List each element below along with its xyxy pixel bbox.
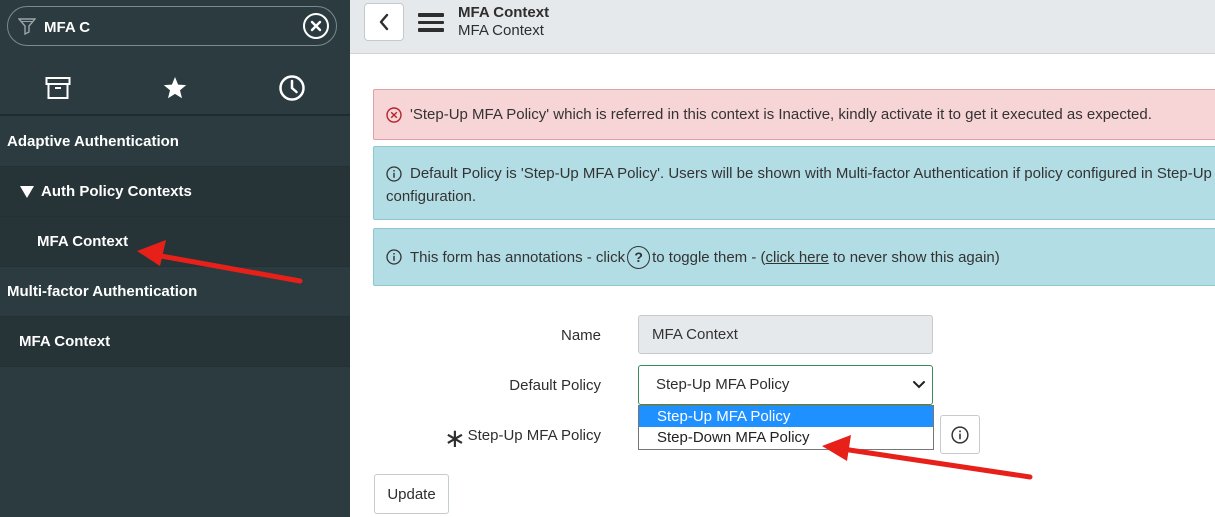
annotation-toggle-icon[interactable]: ? bbox=[627, 245, 651, 269]
sidebar-item-label: Adaptive Authentication bbox=[7, 133, 179, 150]
clock-icon bbox=[278, 75, 305, 101]
name-label: Name bbox=[560, 327, 601, 344]
sidebar-app-adaptive-authentication[interactable]: Adaptive Authentication bbox=[0, 117, 350, 167]
application-navigator: Adaptive Authentication Auth Policy Cont… bbox=[0, 0, 350, 517]
annotations-text-suffix: to never show this again) bbox=[828, 248, 1000, 266]
info-message-annotations: This form has annotations - click ? to t… bbox=[373, 228, 1215, 286]
form-subtitle: MFA Context bbox=[458, 22, 544, 39]
info-message-default-policy: Default Policy is 'Step-Up MFA Policy'. … bbox=[373, 146, 1215, 220]
update-button[interactable]: Update bbox=[374, 474, 449, 514]
sidebar-item-auth-policy-contexts[interactable]: Auth Policy Contexts bbox=[0, 167, 350, 217]
annotations-text-prefix: This form has annotations - click bbox=[410, 248, 626, 266]
form-header: MFA Context MFA Context bbox=[350, 0, 1215, 54]
stepup-policy-label: Step-Up MFA Policy bbox=[467, 427, 601, 444]
sidebar-item-mfa-context[interactable]: MFA Context bbox=[0, 217, 350, 267]
default-policy-selected-value: Step-Up MFA Policy bbox=[656, 376, 790, 393]
never-show-link[interactable]: click here bbox=[765, 249, 828, 266]
expand-triangle-icon bbox=[20, 185, 34, 198]
tab-favorites[interactable] bbox=[117, 62, 234, 114]
sidebar-item-label: Auth Policy Contexts bbox=[41, 183, 192, 200]
error-circle-icon bbox=[386, 106, 402, 123]
tab-all-apps[interactable] bbox=[0, 62, 117, 114]
back-button[interactable] bbox=[364, 3, 404, 41]
option-step-up-mfa-policy[interactable]: Step-Up MFA Policy bbox=[639, 406, 933, 427]
info-circle-icon bbox=[386, 166, 402, 182]
archive-icon bbox=[45, 77, 71, 99]
required-mark: ∗ bbox=[444, 423, 466, 453]
info-text-line-1: Default Policy is 'Step-Up MFA Policy'. … bbox=[410, 165, 1212, 182]
tab-history[interactable] bbox=[233, 62, 350, 114]
default-policy-select[interactable]: Step-Up MFA Policy bbox=[638, 365, 933, 405]
default-policy-label: Default Policy bbox=[509, 377, 601, 394]
filter-icon bbox=[18, 18, 36, 35]
error-text: 'Step-Up MFA Policy' which is referred i… bbox=[410, 106, 1152, 123]
form-title: MFA Context bbox=[458, 4, 550, 21]
filter-input[interactable] bbox=[44, 15, 294, 39]
sidebar-item-label: MFA Context bbox=[19, 333, 111, 350]
sidebar-item-label: MFA Context bbox=[37, 233, 129, 250]
info-text-line-2: configuration. bbox=[386, 188, 477, 205]
option-step-down-mfa-policy[interactable]: Step-Down MFA Policy bbox=[639, 427, 933, 448]
hamburger-menu-icon[interactable] bbox=[418, 13, 444, 35]
clear-icon[interactable] bbox=[303, 13, 329, 39]
chevron-down-icon bbox=[913, 381, 925, 389]
annotations-text-mid: to toggle them - ( bbox=[652, 248, 766, 266]
sidebar-item-label: Multi-factor Authentication bbox=[7, 283, 198, 300]
name-field: MFA Context bbox=[638, 315, 933, 354]
navigator-filter[interactable] bbox=[7, 6, 337, 46]
error-message: 'Step-Up MFA Policy' which is referred i… bbox=[373, 89, 1215, 140]
chevron-left-icon bbox=[379, 13, 389, 31]
navigator-tabs bbox=[0, 62, 350, 116]
star-icon bbox=[163, 77, 187, 99]
default-policy-options: Step-Up MFA Policy Step-Down MFA Policy bbox=[638, 405, 934, 450]
sidebar-app-multi-factor-authentication[interactable]: Multi-factor Authentication bbox=[0, 267, 350, 317]
reference-info-button[interactable] bbox=[940, 415, 980, 454]
info-circle-icon bbox=[386, 249, 402, 265]
info-circle-icon bbox=[951, 425, 969, 444]
sidebar-item-mfa-context-2[interactable]: MFA Context bbox=[0, 317, 350, 367]
